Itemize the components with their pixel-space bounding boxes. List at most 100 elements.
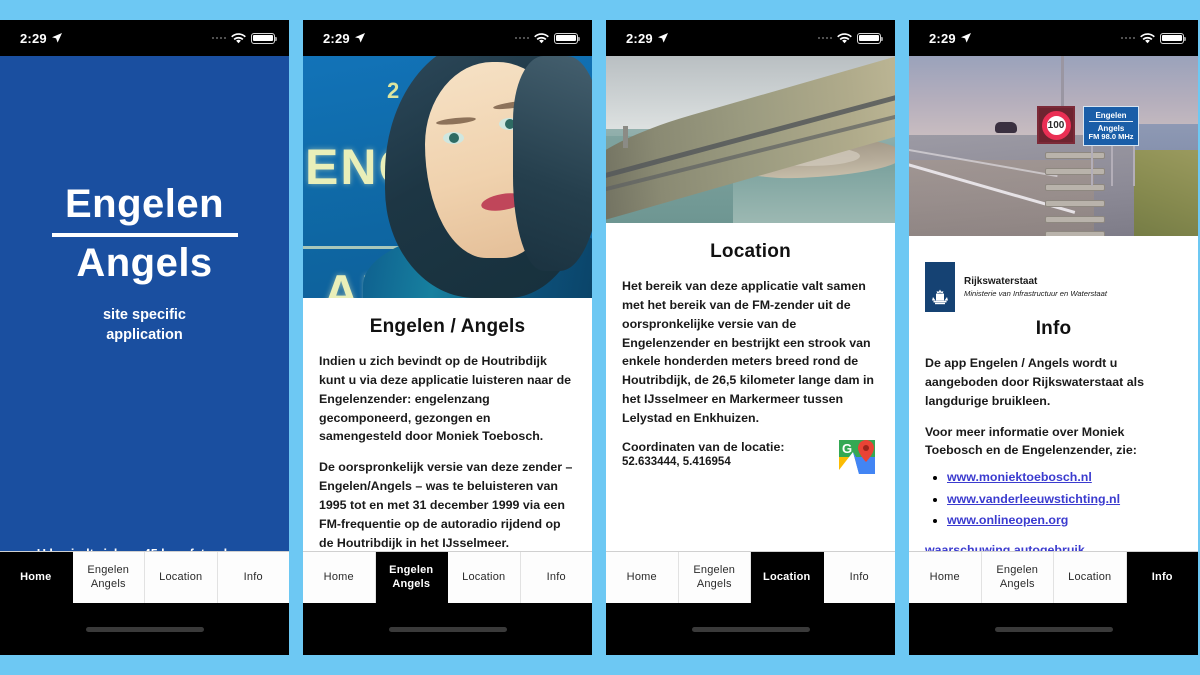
home-indicator-bar[interactable]	[85, 626, 204, 632]
tab-bar[interactable]: Home Engelen Angels Location Info	[909, 551, 1198, 603]
tab-engelen-angels[interactable]: Engelen Angels	[72, 552, 145, 603]
wifi-icon	[1140, 32, 1155, 43]
home-title-block: Engelen Angels	[0, 182, 289, 285]
tab-engelen-angels[interactable]: Engelen Angels	[375, 552, 448, 603]
highway-sign-photo: 100 Engelen Angels FM 98.0 MHz	[909, 56, 1198, 236]
photo-hair-side-shape	[513, 56, 592, 271]
location-arrow-icon	[960, 33, 971, 43]
signal-dots-icon	[211, 36, 226, 40]
home-indicator-zone	[0, 603, 289, 655]
coordinates-row: Coordinaten van de locatie: 52.633444, 5…	[622, 439, 879, 478]
battery-full-icon	[857, 32, 884, 44]
tab-bar[interactable]: Home Engelen Angels Location Info	[0, 551, 289, 603]
phone-engelen-angels: 2:29 2 ENG ANG	[303, 20, 592, 655]
home-indicator-bar[interactable]	[691, 626, 810, 632]
coordinates-value: 52.633444, 5.416954	[622, 455, 731, 468]
battery-full-icon	[554, 32, 581, 44]
road-sign-line1: Engelen	[1095, 110, 1127, 120]
google-maps-icon[interactable]: G	[837, 436, 879, 478]
home-indicator-bar[interactable]	[994, 626, 1113, 632]
tab-home[interactable]: Home	[0, 552, 73, 603]
road-sign-divider	[1089, 121, 1133, 123]
home-title-line1: Engelen	[64, 182, 225, 226]
tab-location[interactable]: Location	[1054, 552, 1127, 603]
paragraph-2: De oorspronkelijk versie van deze zender…	[319, 460, 573, 550]
status-time-group: 2:29	[323, 31, 365, 46]
signal-dots-icon	[817, 36, 832, 40]
signal-dots-icon	[514, 36, 529, 40]
list-item: www.vanderleeuwstichting.nl	[947, 489, 1182, 510]
page-title: Location	[710, 241, 791, 262]
status-time: 2:29	[626, 30, 653, 46]
tab-engelen-angels-label: Engelen Angels	[389, 564, 433, 591]
info-links-list: www.moniektoebosch.nl www.vanderleeuwsti…	[947, 467, 1182, 531]
tab-engelen-angels-label: Engelen Angels	[87, 564, 129, 591]
signal-dots-icon	[1120, 36, 1135, 40]
content-info: Rijkswaterstaat Ministerie van Infrastru…	[909, 236, 1198, 603]
battery-full-icon	[1160, 32, 1187, 44]
content-location: Location Het bereik van deze applicatie …	[606, 223, 895, 603]
aerial-houtribdijk-photo	[606, 56, 895, 223]
home-hero-panel: Engelen Angels site specific application…	[0, 56, 289, 603]
tab-label-line2: Angels	[392, 577, 431, 590]
rijkswaterstaat-logo: Rijkswaterstaat Ministerie van Infrastru…	[925, 262, 1182, 312]
home-indicator-zone	[909, 603, 1198, 655]
tab-info[interactable]: Info	[217, 552, 289, 603]
tab-label-line2: Angels	[696, 577, 732, 590]
location-paragraph: Het bereik van deze applicatie valt same…	[622, 279, 875, 425]
tab-location[interactable]: Location	[448, 552, 521, 603]
tab-home[interactable]: Home	[909, 552, 982, 603]
tab-engelen-angels-label: Engelen Angels	[693, 564, 735, 591]
status-bar: 2:29	[303, 20, 592, 56]
road-sign-frequency: FM 98.0 MHz	[1088, 131, 1134, 141]
phone-home: 2:29 Engelen Angels site specific applic…	[0, 20, 289, 655]
wifi-icon	[837, 32, 852, 43]
portrait-moniek-toebosch-photo: 2 ENG ANG	[303, 56, 592, 298]
tab-bar[interactable]: Home Engelen Angels Location Info	[303, 551, 592, 603]
list-item: www.moniektoebosch.nl	[947, 467, 1182, 488]
status-icons	[817, 32, 884, 44]
status-time-group: 2:29	[626, 31, 668, 46]
home-indicator-zone	[606, 603, 895, 655]
tab-label-line2: Angels	[90, 577, 126, 590]
tab-label-line2: Angels	[999, 577, 1035, 590]
speed-limit-sign: 100	[1037, 106, 1075, 144]
tab-home[interactable]: Home	[606, 552, 679, 603]
location-arrow-icon	[354, 33, 365, 43]
status-time-group: 2:29	[20, 31, 62, 46]
tab-location[interactable]: Location	[751, 552, 824, 603]
phone-mockup-row: 2:29 Engelen Angels site specific applic…	[0, 0, 1200, 675]
coordinates-label: Coordinaten van de locatie:	[622, 439, 785, 454]
tab-label-line1: Engelen	[693, 564, 736, 577]
svg-text:G: G	[842, 441, 852, 456]
location-arrow-icon	[51, 33, 62, 43]
tab-home[interactable]: Home	[303, 552, 376, 603]
tab-engelen-angels[interactable]: Engelen Angels	[678, 552, 751, 603]
tab-info[interactable]: Info	[1126, 552, 1198, 603]
logo-blue-bar	[925, 262, 955, 312]
home-title-line2: Angels	[76, 240, 213, 285]
coordinates-block: Coordinaten van de locatie: 52.633444, 5…	[622, 440, 784, 468]
status-icons	[1120, 32, 1187, 44]
home-indicator-bar[interactable]	[388, 626, 507, 632]
tab-label-line1: Engelen	[87, 564, 130, 577]
page-title: Info	[1035, 318, 1072, 339]
status-icons	[211, 32, 278, 44]
link-moniektoebosch[interactable]: www.moniektoebosch.nl	[947, 470, 1092, 484]
tab-info[interactable]: Info	[520, 552, 592, 603]
wifi-icon	[231, 32, 246, 43]
wifi-icon	[534, 32, 549, 43]
link-vanderleeuwstichting[interactable]: www.vanderleeuwstichting.nl	[947, 492, 1120, 506]
tab-engelen-angels-label: Engelen Angels	[996, 564, 1038, 591]
tab-location[interactable]: Location	[145, 552, 218, 603]
status-time: 2:29	[929, 30, 956, 46]
status-time: 2:29	[20, 30, 47, 46]
screen-location: Location Het bereik van deze applicatie …	[606, 56, 895, 655]
tab-bar[interactable]: Home Engelen Angels Location Info	[606, 551, 895, 603]
info-paragraph-2: Voor meer informatie over Moniek Toebosc…	[925, 424, 1137, 458]
photo-sign-number: 2	[387, 78, 400, 103]
tab-engelen-angels[interactable]: Engelen Angels	[981, 552, 1054, 603]
tab-info[interactable]: Info	[823, 552, 895, 603]
link-onlineopen[interactable]: www.onlineopen.org	[947, 513, 1068, 527]
list-item: www.onlineopen.org	[947, 510, 1182, 531]
